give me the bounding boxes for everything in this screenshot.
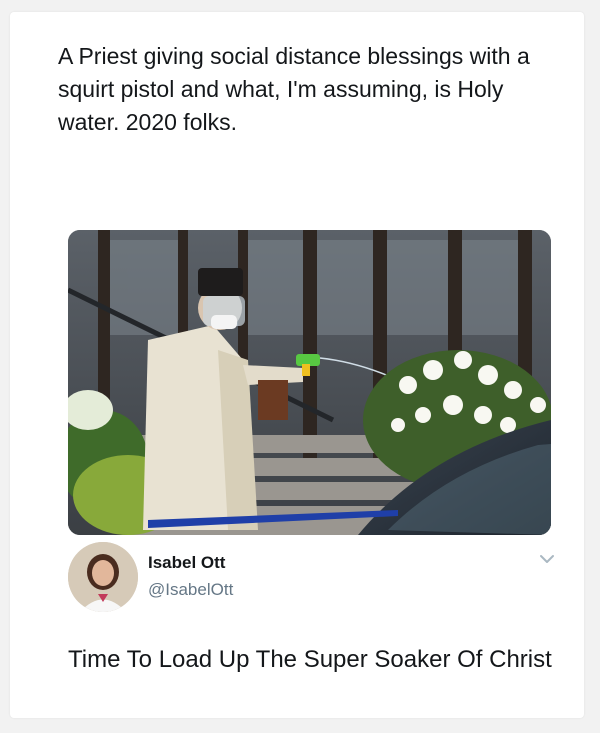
author-handle[interactable]: @IsabelOtt [148, 580, 233, 600]
chevron-down-icon[interactable] [538, 552, 556, 566]
avatar[interactable] [68, 542, 138, 612]
tweet-card: A Priest giving social distance blessing… [10, 12, 584, 718]
priest-photo-image [68, 230, 551, 535]
caption-text: A Priest giving social distance blessing… [58, 43, 530, 135]
avatar-image [68, 542, 138, 612]
tweet-text: Time To Load Up The Super Soaker Of Chri… [68, 646, 552, 673]
author-name[interactable]: Isabel Ott [148, 553, 225, 573]
tweet-photo[interactable] [68, 230, 551, 535]
